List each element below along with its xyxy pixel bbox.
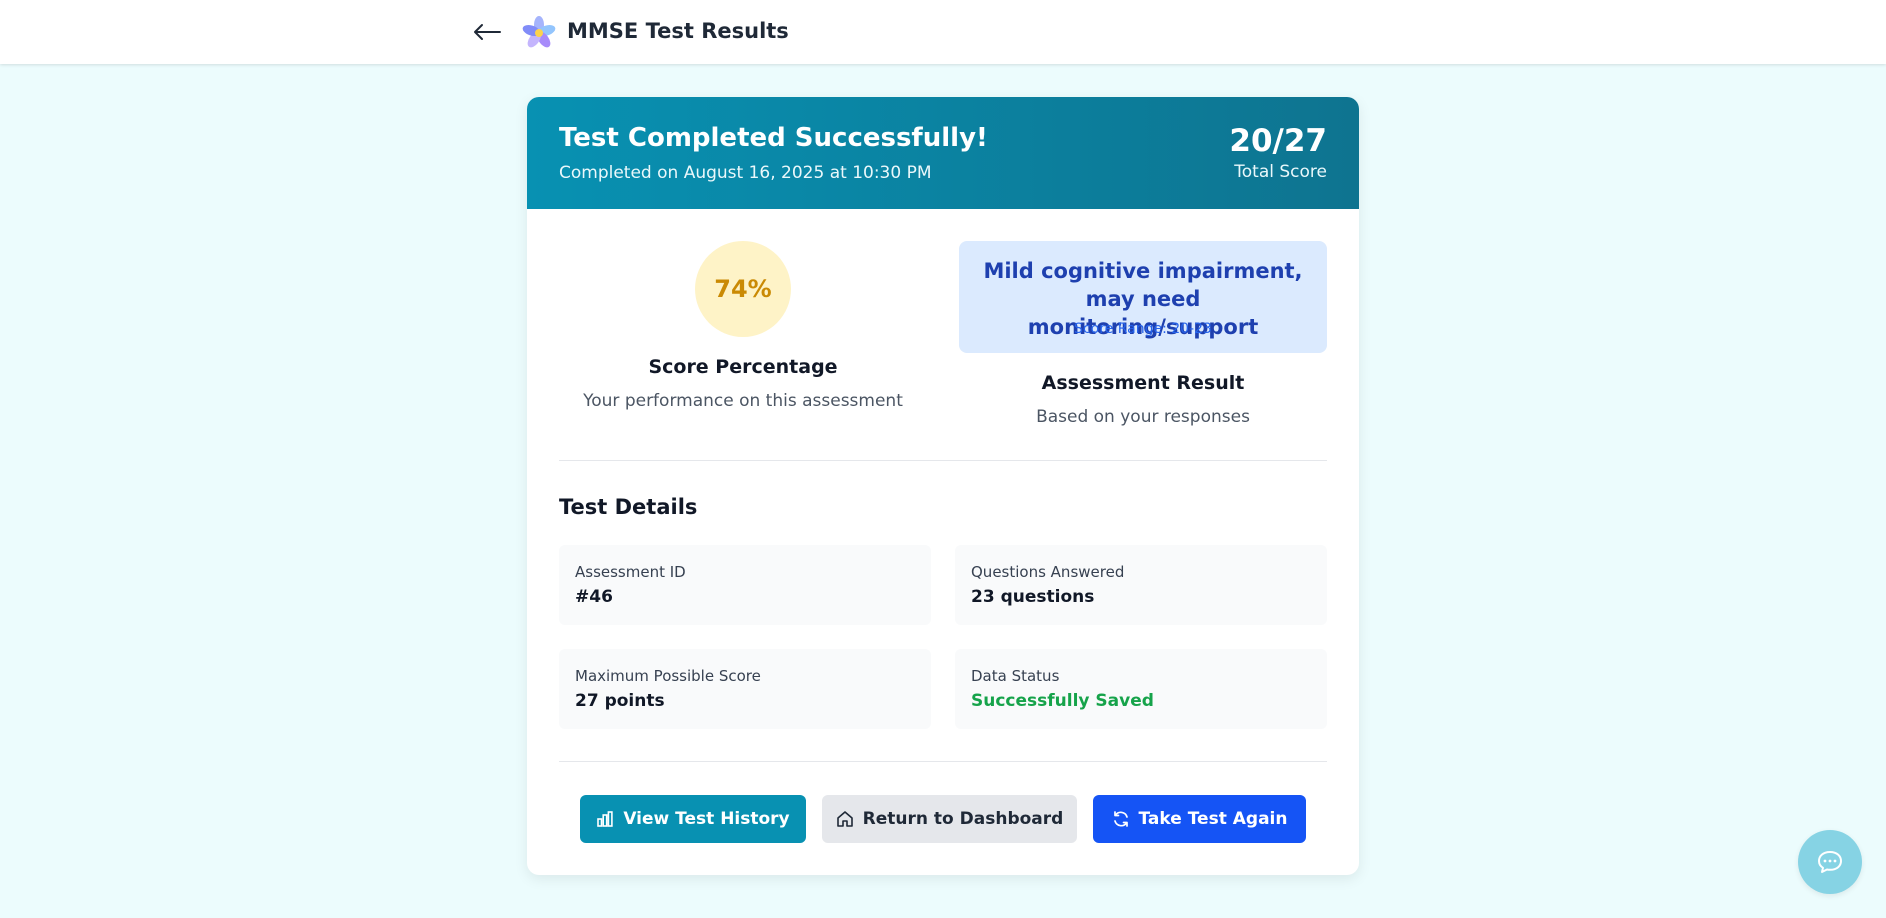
refresh-icon xyxy=(1113,811,1128,827)
view-test-history-button[interactable]: View Test History xyxy=(580,795,806,843)
take-test-again-button[interactable]: Take Test Again xyxy=(1093,795,1306,843)
total-score: 20/27 xyxy=(1229,123,1327,159)
divider xyxy=(559,460,1327,461)
bar-chart-icon xyxy=(597,811,614,827)
detail-label: Data Status xyxy=(971,667,1060,685)
return-to-dashboard-label: Return to Dashboard xyxy=(862,809,1064,829)
detail-label: Questions Answered xyxy=(971,563,1125,581)
page-title: MMSE Test Results xyxy=(567,19,789,43)
completion-title: Test Completed Successfully! xyxy=(559,123,988,153)
score-percentage-badge: 74% xyxy=(695,241,791,337)
detail-questions-answered: Questions Answered 23 questions xyxy=(955,545,1327,625)
detail-max-score: Maximum Possible Score 27 points xyxy=(559,649,931,729)
assessment-result-title: Assessment Result xyxy=(1041,372,1245,394)
divider xyxy=(559,761,1327,762)
back-button[interactable] xyxy=(470,17,504,47)
detail-label: Assessment ID xyxy=(575,563,686,581)
flower-logo xyxy=(522,16,556,48)
score-percentage-subtitle: Your performance on this assessment xyxy=(583,391,903,411)
chat-button[interactable] xyxy=(1798,830,1862,894)
take-test-again-label: Take Test Again xyxy=(1138,809,1288,829)
detail-value: 27 points xyxy=(575,691,665,711)
score-range: Score Range: 20-23 xyxy=(1074,321,1212,337)
detail-value: 23 questions xyxy=(971,587,1095,607)
detail-value: #46 xyxy=(575,587,613,607)
detail-data-status: Data Status Successfully Saved xyxy=(955,649,1327,729)
assessment-result-box: Mild cognitive impairment, may need moni… xyxy=(959,241,1327,353)
score-percentage-title: Score Percentage xyxy=(648,356,838,378)
total-score-label: Total Score xyxy=(1234,162,1327,182)
arrow-left-icon xyxy=(474,24,501,40)
results-header: Test Completed Successfully! Completed o… xyxy=(527,97,1359,209)
detail-label: Maximum Possible Score xyxy=(575,667,761,685)
data-status-value: Successfully Saved xyxy=(971,691,1154,711)
home-icon xyxy=(836,811,853,827)
view-test-history-label: View Test History xyxy=(623,809,790,829)
results-card: Test Completed Successfully! Completed o… xyxy=(527,97,1359,875)
assessment-result-subtitle: Based on your responses xyxy=(1036,407,1250,427)
return-to-dashboard-button[interactable]: Return to Dashboard xyxy=(822,795,1077,843)
test-details-title: Test Details xyxy=(559,495,698,519)
top-bar: MMSE Test Results xyxy=(0,0,1886,64)
detail-assessment-id: Assessment ID #46 xyxy=(559,545,931,625)
chat-bubble-icon xyxy=(1818,851,1842,873)
completion-date: Completed on August 16, 2025 at 10:30 PM xyxy=(559,163,932,183)
